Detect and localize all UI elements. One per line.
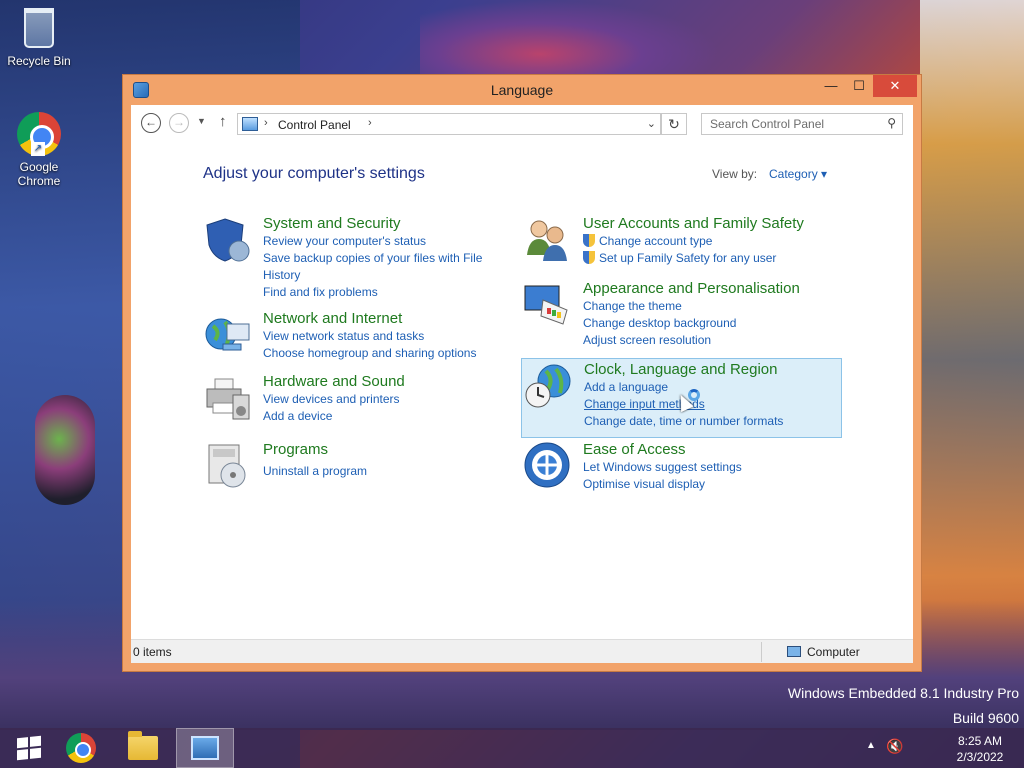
breadcrumb-control-panel[interactable]: Control Panel [278, 118, 351, 132]
category-title[interactable]: Appearance and Personalisation [583, 280, 843, 298]
windows-logo-icon [17, 735, 41, 761]
status-bar: 0 items Computer [131, 639, 913, 663]
category-link[interactable]: Save backup copies of your files with Fi… [263, 250, 493, 284]
taskbar-file-explorer[interactable] [114, 728, 172, 768]
item-count: 0 items [133, 645, 172, 659]
build-watermark: Build 9600 [952, 710, 1019, 726]
close-button[interactable]: ✕ [873, 75, 917, 97]
category-network-internet: Network and Internet View network status… [203, 310, 493, 365]
window-title: Language [490, 82, 554, 98]
shield-icon [206, 218, 250, 262]
category-link[interactable]: Set up Family Safety for any user [583, 250, 843, 267]
category-link[interactable]: Let Windows suggest settings [583, 459, 843, 476]
category-link[interactable]: Choose homegroup and sharing options [263, 345, 513, 362]
start-button[interactable] [0, 728, 58, 768]
recent-locations-dropdown[interactable]: ▼ [197, 116, 206, 126]
taskbar-chrome[interactable] [52, 728, 110, 768]
folder-icon [128, 731, 158, 760]
windows-edition-watermark: Windows Embedded 8.1 Industry Pro [787, 685, 1019, 701]
ease-of-access-icon [524, 442, 570, 488]
category-title[interactable]: Ease of Access [583, 441, 843, 459]
monitor-palette-icon [524, 285, 568, 325]
desktop-icon-recycle-bin[interactable]: Recycle Bin [2, 6, 76, 68]
control-panel-window: Language — ☐ ✕ ← → ▼ ↑ › Control Panel ›… [122, 74, 922, 672]
breadcrumb-separator[interactable]: › [264, 117, 268, 129]
category-link[interactable]: Review your computer's status [263, 233, 513, 250]
recycle-bin-icon [24, 8, 54, 48]
address-dropdown-icon[interactable]: ⌄ [647, 117, 656, 130]
category-ease-of-access: Ease of Access Let Windows suggest setti… [523, 441, 843, 496]
desktop-icon-label: Recycle Bin [7, 54, 71, 68]
view-by-label: View by: [712, 167, 758, 181]
minimize-button[interactable]: — [817, 75, 845, 97]
programs-icon [208, 444, 246, 488]
category-user-accounts: User Accounts and Family Safety Change a… [523, 215, 843, 270]
view-by-dropdown[interactable]: Category ▾ [769, 167, 827, 181]
category-link[interactable]: Change the theme [583, 298, 843, 315]
shortcut-arrow-icon: ↗ [31, 142, 45, 156]
category-link[interactable]: View network status and tasks [263, 328, 513, 345]
refresh-button[interactable]: ↻ [661, 113, 687, 135]
control-panel-icon [242, 117, 258, 131]
busy-spinner-icon [688, 389, 700, 401]
category-title[interactable]: Programs [263, 441, 513, 459]
category-title[interactable]: Clock, Language and Region [584, 361, 839, 379]
category-link[interactable]: Adjust screen resolution [583, 332, 843, 349]
category-title[interactable]: Network and Internet [263, 310, 513, 328]
taskbar-control-panel[interactable] [176, 728, 234, 768]
taskbar-clock[interactable]: 8:25 AM 2/3/2022 [940, 733, 1020, 765]
clock-time: 8:25 AM [957, 734, 1003, 748]
category-link[interactable]: Optimise visual display [583, 476, 843, 493]
search-input[interactable]: Search Control Panel ⚲ [701, 113, 903, 135]
category-title[interactable]: User Accounts and Family Safety [583, 215, 843, 233]
category-title[interactable]: Hardware and Sound [263, 373, 513, 391]
category-link[interactable]: View devices and printers [263, 391, 513, 408]
category-system-security: System and Security Review your computer… [203, 215, 493, 305]
category-link[interactable]: Add a language [584, 379, 839, 396]
volume-muted-icon[interactable]: 🔇 [886, 738, 903, 755]
wallpaper-figure [35, 395, 95, 505]
computer-icon [787, 646, 801, 657]
status-location-label: Computer [807, 645, 860, 659]
category-title[interactable]: System and Security [263, 215, 513, 233]
category-hardware-sound: Hardware and Sound View devices and prin… [203, 373, 493, 428]
category-link[interactable]: Add a device [263, 408, 513, 425]
clock-globe-icon [525, 364, 571, 408]
up-button[interactable]: ↑ [219, 113, 227, 130]
status-divider [761, 642, 762, 662]
search-placeholder: Search Control Panel [710, 117, 825, 131]
category-link[interactable]: Uninstall a program [263, 463, 513, 480]
category-link[interactable]: Change desktop background [583, 315, 843, 332]
control-panel-icon [191, 736, 219, 760]
category-link[interactable]: Change account type [583, 233, 843, 250]
printer-icon [206, 378, 250, 420]
category-appearance: Appearance and Personalisation Change th… [523, 280, 843, 350]
desktop-icon-label: Google Chrome [17, 160, 61, 188]
category-programs: Programs Uninstall a program [203, 441, 493, 491]
chrome-icon [66, 733, 96, 763]
category-link[interactable]: Change input methods [584, 396, 839, 413]
title-bar[interactable]: Language — ☐ ✕ [123, 75, 921, 105]
window-content: ← → ▼ ↑ › Control Panel › ⌄ ↻ Search Con… [131, 105, 913, 663]
maximize-button[interactable]: ☐ [845, 75, 873, 97]
breadcrumb-separator[interactable]: › [368, 117, 372, 129]
forward-button[interactable]: → [169, 113, 189, 133]
page-title: Adjust your computer's settings [203, 165, 425, 182]
show-hidden-icons-chevron-icon[interactable]: ▲ [866, 740, 876, 751]
search-icon[interactable]: ⚲ [887, 116, 896, 130]
address-bar[interactable]: › Control Panel › ⌄ [237, 113, 661, 135]
category-link[interactable]: Find and fix problems [263, 284, 513, 301]
desktop-icon-google-chrome[interactable]: ↗ Google Chrome [2, 112, 76, 188]
back-button[interactable]: ← [141, 113, 161, 133]
status-location: Computer [787, 645, 860, 659]
network-globe-icon [205, 318, 250, 351]
navigation-bar: ← → ▼ ↑ › Control Panel › ⌄ ↻ Search Con… [131, 105, 913, 141]
category-link[interactable]: Change date, time or number formats [584, 413, 839, 430]
users-icon [527, 220, 567, 261]
clock-date: 2/3/2022 [956, 750, 1004, 764]
